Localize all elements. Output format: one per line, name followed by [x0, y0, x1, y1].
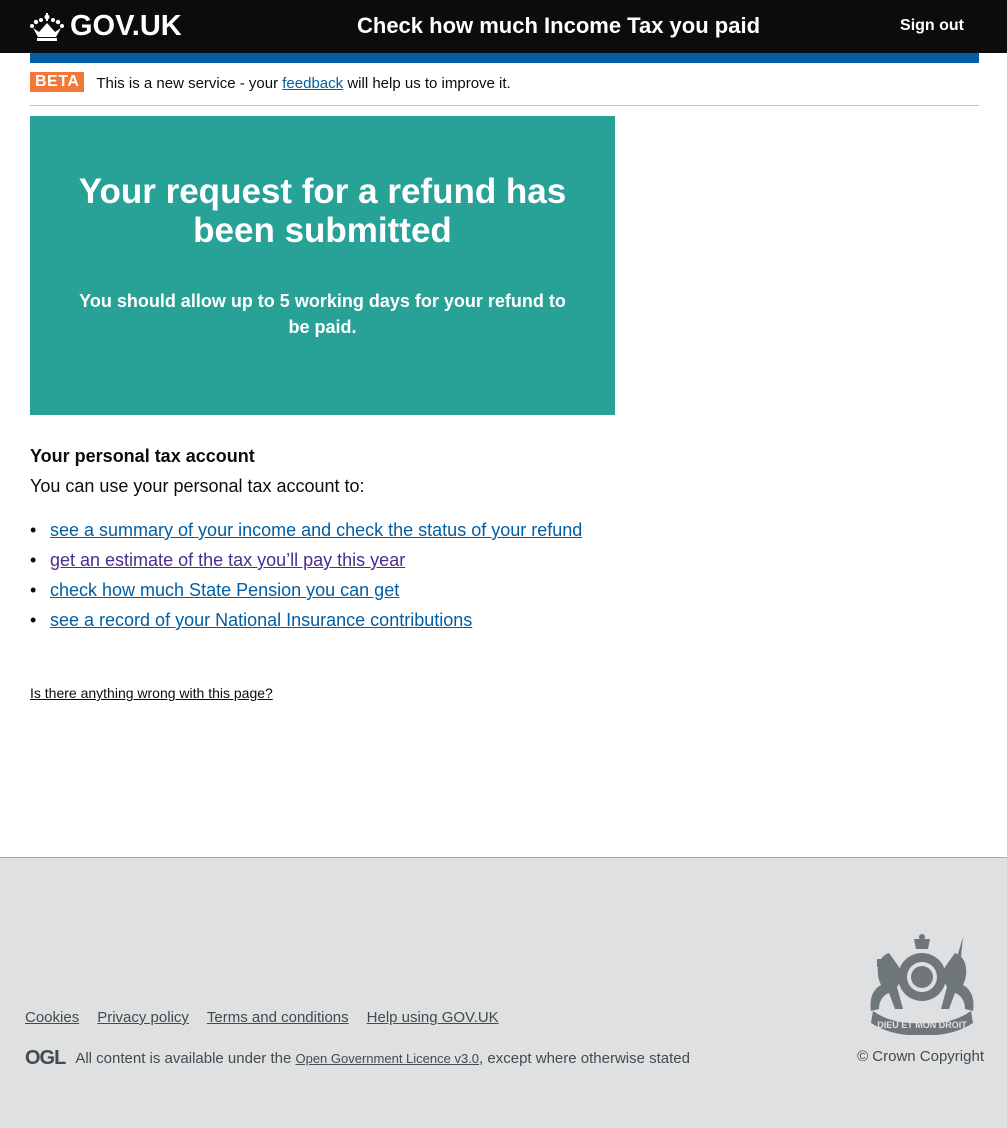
licence-info: OGL All content is available under the O… [25, 1047, 690, 1070]
state-pension-link[interactable]: check how much State Pension you can get [50, 580, 399, 600]
account-intro: You can use your personal tax account to… [30, 476, 365, 496]
licence-text-after: , except where otherwise stated [479, 1050, 690, 1067]
list-item: see a record of your National Insurance … [30, 605, 730, 635]
help-link[interactable]: Help using GOV.UK [367, 1009, 499, 1026]
report-problem-link[interactable]: Is there anything wrong with this page? [30, 685, 273, 701]
royal-coat-of-arms-icon: DIEU ET MON DROIT [870, 934, 974, 1035]
income-summary-link[interactable]: see a summary of your income and check t… [50, 520, 582, 540]
ni-record-link[interactable]: see a record of your National Insurance … [50, 610, 472, 630]
confirmation-body: You should allow up to 5 working days fo… [79, 291, 566, 337]
header-accent-bar [30, 53, 979, 63]
list-item: get an estimate of the tax you’ll pay th… [30, 545, 730, 575]
tax-estimate-link[interactable]: get an estimate of the tax you’ll pay th… [50, 550, 405, 570]
licence-text: All content is available under the Open … [75, 1050, 690, 1067]
licence-text-before: All content is available under the [75, 1050, 296, 1067]
confirmation-title: Your request for a refund has been submi… [78, 172, 567, 250]
cookies-link[interactable]: Cookies [25, 1009, 79, 1026]
phase-banner: BETA This is a new service - your feedba… [30, 72, 979, 106]
govuk-logo-link[interactable]: GOV.UK [30, 10, 182, 43]
beta-tag: BETA [30, 72, 85, 92]
sign-out-link[interactable]: Sign out [900, 17, 964, 35]
account-section: Your personal tax account You can use yo… [30, 444, 730, 635]
crown-icon [30, 12, 64, 41]
list-item: see a summary of your income and check t… [30, 515, 730, 545]
footer-links: Cookies Privacy policy Terms and conditi… [25, 1009, 499, 1026]
site-header: GOV.UK Check how much Income Tax you pai… [0, 0, 1007, 53]
ogl-licence-link[interactable]: Open Government Licence v3.0 [295, 1051, 479, 1066]
phase-text-before: This is a new service - your [96, 75, 283, 92]
confirmation-panel: Your request for a refund has been submi… [30, 116, 615, 415]
ogl-logo: OGL [25, 1047, 66, 1069]
privacy-link[interactable]: Privacy policy [97, 1009, 189, 1026]
account-links-list: see a summary of your income and check t… [30, 515, 730, 635]
terms-link[interactable]: Terms and conditions [207, 1009, 349, 1026]
feedback-link[interactable]: feedback [282, 75, 343, 92]
site-footer: Cookies Privacy policy Terms and conditi… [0, 857, 1007, 1128]
list-item: check how much State Pension you can get [30, 575, 730, 605]
crown-copyright: © Crown Copyright [857, 1048, 984, 1065]
service-name-link[interactable]: Check how much Income Tax you paid [357, 13, 760, 39]
crest-motto: DIEU ET MON DROIT [877, 1020, 967, 1030]
account-heading: Your personal tax account [30, 446, 255, 466]
logo-text: GOV.UK [70, 10, 182, 42]
phase-text: This is a new service - your feedback wi… [96, 72, 510, 92]
phase-text-after: will help us to improve it. [343, 75, 511, 92]
